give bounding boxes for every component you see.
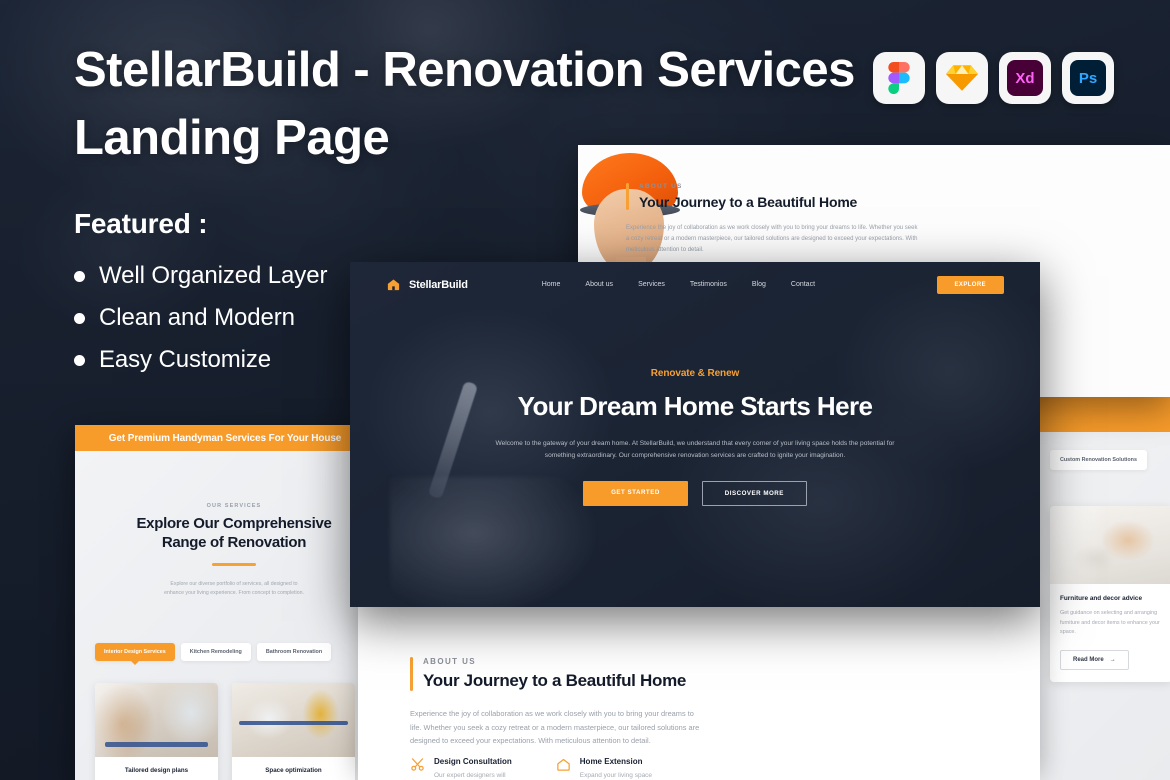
services-subtitle-line-1: Explore our diverse portfolio of service… bbox=[170, 581, 298, 587]
service-card[interactable]: Tailored design plans Get personalized i… bbox=[95, 683, 218, 780]
card-body: Space optimization Maximize the function… bbox=[232, 757, 355, 780]
get-started-button[interactable]: GET STARTED bbox=[583, 481, 688, 506]
room-renovation-photo bbox=[95, 683, 218, 757]
feature-label: Clean and Modern bbox=[99, 304, 295, 331]
figma-glyph bbox=[888, 62, 910, 94]
desk-drafting-photo bbox=[1050, 506, 1170, 584]
about-feature-row: Design Consultation Our expert designers… bbox=[410, 757, 652, 780]
feature-description: Our expert designers will bbox=[434, 772, 506, 779]
card-image bbox=[1050, 506, 1170, 584]
discover-more-button[interactable]: DISCOVER MORE bbox=[701, 481, 807, 506]
about-body-text: Experience the joy of collaboration as w… bbox=[410, 709, 700, 745]
adobe-xd-glyph: Xd bbox=[1007, 60, 1043, 96]
figma-icon bbox=[873, 52, 925, 104]
feature-title: Design Consultation bbox=[434, 757, 512, 766]
tab-kitchen-remodeling[interactable]: Kitchen Remodeling bbox=[180, 643, 251, 661]
photoshop-icon: Ps bbox=[1062, 52, 1114, 104]
feature-home-extension: Home Extension Expand your living space bbox=[556, 757, 652, 780]
feature-label: Easy Customize bbox=[99, 346, 271, 373]
about-heading-group: ABOUT US Your Journey to a Beautiful Hom… bbox=[423, 657, 686, 691]
services-title-line-1: Explore Our Comprehensive bbox=[136, 515, 332, 532]
sketch-icon bbox=[936, 52, 988, 104]
services-cards: Tailored design plans Get personalized i… bbox=[95, 683, 355, 780]
card-title: Furniture and decor advice bbox=[1060, 595, 1143, 602]
bullet-icon bbox=[74, 354, 85, 366]
services-subtitle-line-2: enhance your living experience. From con… bbox=[164, 590, 304, 596]
page-title: StellarBuild - Renovation Services Landi… bbox=[74, 36, 874, 172]
bullet-icon bbox=[74, 312, 85, 324]
card-title: Space optimization bbox=[265, 767, 322, 774]
accent-bar bbox=[410, 657, 413, 691]
tab-bathroom-renovation[interactable]: Bathroom Renovation bbox=[256, 643, 332, 661]
card-body: Furniture and decor advice Get guidance … bbox=[1050, 584, 1170, 682]
services-tabs: Interior Design Services Kitchen Remodel… bbox=[95, 643, 332, 661]
arrow-right-icon: → bbox=[1109, 656, 1116, 663]
hero-subtitle: Welcome to the gateway of your dream hom… bbox=[495, 440, 895, 459]
explore-button[interactable]: EXPLORE bbox=[936, 275, 1004, 294]
card-image bbox=[95, 683, 218, 757]
feature-text-group: Design Consultation Our expert designers… bbox=[434, 757, 512, 780]
adobe-xd-icon: Xd bbox=[999, 52, 1051, 104]
services-heading-block: OUR SERVICES Explore Our Comprehensive R… bbox=[109, 503, 359, 598]
card-description: Get guidance on selecting and arranging … bbox=[1060, 610, 1160, 635]
hero-button-row: GET STARTED DISCOVER MORE bbox=[350, 481, 1040, 506]
about-kicker-row: ABOUT US Your Journey to a Beautiful Hom… bbox=[410, 657, 710, 691]
tools-icon bbox=[411, 758, 424, 771]
tools-workbench-photo bbox=[232, 683, 355, 757]
software-badges: Xd Ps bbox=[873, 52, 1114, 104]
home-icon bbox=[557, 758, 570, 771]
services-subtitle: Explore our diverse portfolio of service… bbox=[109, 580, 359, 598]
card-image bbox=[232, 683, 355, 757]
page-title-line-2: Landing Page bbox=[74, 111, 390, 165]
read-more-label: Read More bbox=[1073, 656, 1104, 663]
feature-list: Well Organized Layer Clean and Modern Ea… bbox=[74, 262, 874, 374]
list-item: Well Organized Layer bbox=[74, 262, 874, 290]
services-title: Explore Our Comprehensive Range of Renov… bbox=[109, 514, 359, 552]
title-underline bbox=[212, 563, 256, 566]
feature-description: Expand your living space bbox=[579, 772, 653, 779]
about-bottom-mockup: ABOUT US Your Journey to a Beautiful Hom… bbox=[358, 607, 1040, 780]
feature-text-group: Home Extension Expand your living space bbox=[580, 757, 652, 780]
sketch-glyph bbox=[946, 65, 978, 91]
photoshop-glyph: Ps bbox=[1070, 60, 1106, 96]
feature-title: Home Extension bbox=[579, 757, 643, 766]
card-body: Tailored design plans Get personalized i… bbox=[95, 757, 218, 780]
about-kicker: ABOUT US bbox=[423, 657, 476, 666]
services-kicker: OUR SERVICES bbox=[206, 503, 262, 509]
tab-interior-design-services[interactable]: Interior Design Services bbox=[95, 643, 175, 661]
bullet-icon bbox=[74, 270, 85, 282]
about-bottom-copy: ABOUT US Your Journey to a Beautiful Hom… bbox=[410, 657, 710, 748]
featured-heading: Featured : bbox=[74, 208, 208, 239]
feature-design-consultation: Design Consultation Our expert designers… bbox=[410, 757, 512, 780]
tab-custom-renovation-solutions[interactable]: Custom Renovation Solutions bbox=[1050, 450, 1147, 470]
service-card[interactable]: Space optimization Maximize the function… bbox=[232, 683, 355, 780]
hero-title: Your Dream Home Starts Here bbox=[517, 391, 873, 421]
hero-content: Renovate & Renew Your Dream Home Starts … bbox=[350, 368, 1040, 506]
feature-label: Well Organized Layer bbox=[99, 262, 328, 289]
services-title-line-2: Range of Renovation bbox=[161, 534, 307, 551]
about-heading: Your Journey to a Beautiful Home bbox=[423, 671, 687, 690]
read-more-button[interactable]: Read More → bbox=[1060, 649, 1129, 670]
right-panel-mockup: Custom Renovation Solutions Furniture an… bbox=[1040, 388, 1170, 780]
promo-copy: StellarBuild - Renovation Services Landi… bbox=[74, 36, 874, 388]
services-promo-banner: Get Premium Handyman Services For Your H… bbox=[75, 425, 375, 451]
page-title-line-1: StellarBuild - Renovation Services bbox=[74, 43, 855, 97]
services-surface: OUR SERVICES Explore Our Comprehensive R… bbox=[75, 451, 375, 780]
services-mockup: Get Premium Handyman Services For Your H… bbox=[75, 425, 375, 780]
card-title: Tailored design plans bbox=[124, 767, 189, 774]
list-item: Clean and Modern bbox=[74, 304, 874, 332]
right-panel-card[interactable]: Furniture and decor advice Get guidance … bbox=[1050, 506, 1170, 682]
list-item: Easy Customize bbox=[74, 346, 874, 374]
